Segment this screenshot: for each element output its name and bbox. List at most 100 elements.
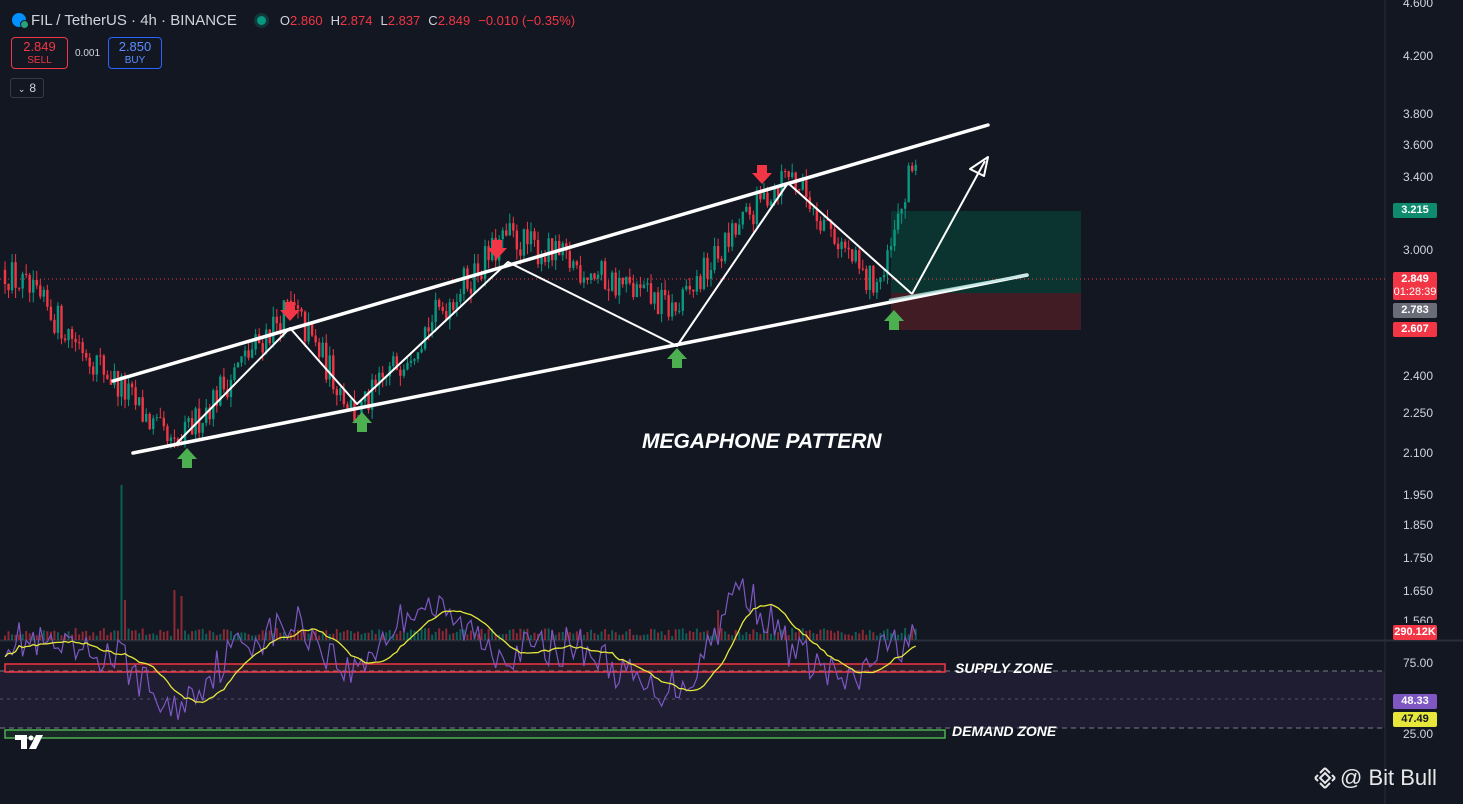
volume-bar [169, 635, 172, 640]
ohlc-high-key: H [330, 12, 340, 28]
candle-body [875, 282, 879, 293]
candle-body [847, 247, 850, 250]
candle-body [625, 276, 628, 285]
rsi-tick: 25.00 [1402, 727, 1433, 741]
candle-body [889, 246, 893, 251]
megaphone-pattern-label[interactable]: MEGAPHONE PATTERN [642, 430, 882, 454]
candle-body [738, 224, 741, 235]
volume-bar [455, 631, 458, 640]
price-tick: 1.850 [1402, 518, 1433, 532]
volume-bar [752, 629, 755, 640]
volume-bar [847, 634, 850, 640]
ohlc-low-key: L [380, 12, 388, 28]
volume-bar [865, 634, 868, 640]
demand-zone-label[interactable]: DEMAND ZONE [952, 723, 1056, 739]
candle-body [317, 342, 321, 358]
volume-bar [724, 631, 727, 640]
candle-body [314, 335, 317, 343]
volume-bar [861, 629, 864, 640]
candle-body [92, 366, 95, 375]
candle-body [381, 372, 384, 378]
volume-badge: 290.12K [1393, 625, 1437, 640]
candle-body [508, 223, 511, 236]
volume-bar [653, 629, 656, 640]
volume-bar [406, 632, 409, 640]
candle-body [713, 246, 716, 270]
candle-body [272, 316, 275, 344]
candle-body [572, 261, 575, 268]
supply-zone-label[interactable]: SUPPLY ZONE [955, 660, 1053, 676]
volume-bar [353, 633, 356, 640]
long-position-loss-zone[interactable] [891, 293, 1081, 330]
sell-price: 2.849 [23, 39, 56, 54]
volume-bar [547, 628, 550, 640]
volume-bar [727, 634, 730, 640]
candle-body [441, 306, 444, 312]
candle-body [872, 265, 875, 293]
candle-body [628, 276, 632, 284]
indicators-toggle-button[interactable]: ⌄ 8 [10, 78, 44, 98]
volume-bar [378, 629, 381, 640]
candle-body [166, 426, 169, 441]
candle-body [300, 308, 303, 312]
volume-bar [858, 633, 861, 640]
buy-button[interactable]: 2.850 BUY [108, 37, 162, 69]
candle-body [219, 376, 222, 406]
volume-bar [748, 634, 751, 640]
candle-body [526, 229, 529, 245]
candle-body [134, 387, 137, 406]
volume-bar [558, 632, 561, 640]
volume-bar [544, 628, 547, 640]
target-price-badge: 3.215 [1393, 203, 1437, 218]
candle-body [254, 334, 257, 350]
volume-bar [191, 631, 194, 640]
candle-body [275, 316, 279, 324]
symbol-title[interactable]: FIL / TetherUS · 4h · BINANCE [31, 12, 237, 29]
volume-bar [632, 634, 635, 640]
chart-canvas[interactable] [0, 0, 1463, 804]
candle-body [723, 232, 727, 262]
volume-bar [212, 632, 215, 640]
candle-body [137, 397, 141, 406]
candle-body [42, 289, 46, 297]
demand-zone-box[interactable] [4, 729, 946, 739]
candle-body [720, 258, 723, 262]
megaphone-lower-trendline[interactable] [131, 273, 1029, 455]
volume-bar [480, 628, 483, 640]
candle-body [579, 265, 582, 283]
candle-body [716, 246, 720, 259]
candle-body [512, 223, 515, 231]
candle-body [328, 355, 331, 380]
spread-value: 0.001 [75, 48, 101, 59]
volume-bar [367, 632, 370, 640]
volume-bar [201, 628, 204, 640]
price-tick: 3.800 [1402, 107, 1433, 121]
volume-bar [205, 633, 208, 640]
tradingview-logo-icon[interactable] [15, 733, 47, 751]
candle-body [17, 287, 21, 289]
candle-body [21, 273, 24, 289]
candle-body [783, 171, 787, 173]
volume-bar [582, 634, 585, 640]
volume-bar [21, 634, 24, 640]
sell-button[interactable]: 2.849 SELL [11, 37, 68, 69]
volume-bar [657, 632, 660, 640]
candle-body [402, 369, 406, 376]
volume-bar [395, 633, 398, 640]
volume-bar [184, 630, 187, 640]
volume-bar [198, 629, 201, 640]
candle-body [678, 310, 681, 312]
price-tick: 3.000 [1402, 243, 1433, 257]
candle-body [812, 208, 815, 210]
volume-bar [53, 630, 56, 640]
candle-body [575, 261, 579, 266]
candle-body [339, 388, 342, 396]
volume-bar [208, 630, 211, 640]
volume-bar [452, 633, 455, 640]
volume-bar [176, 628, 179, 640]
candle-body [914, 164, 917, 171]
volume-bar [854, 631, 857, 640]
volume-bar [219, 634, 222, 640]
volume-bar [621, 634, 624, 640]
candle-body [536, 239, 540, 265]
